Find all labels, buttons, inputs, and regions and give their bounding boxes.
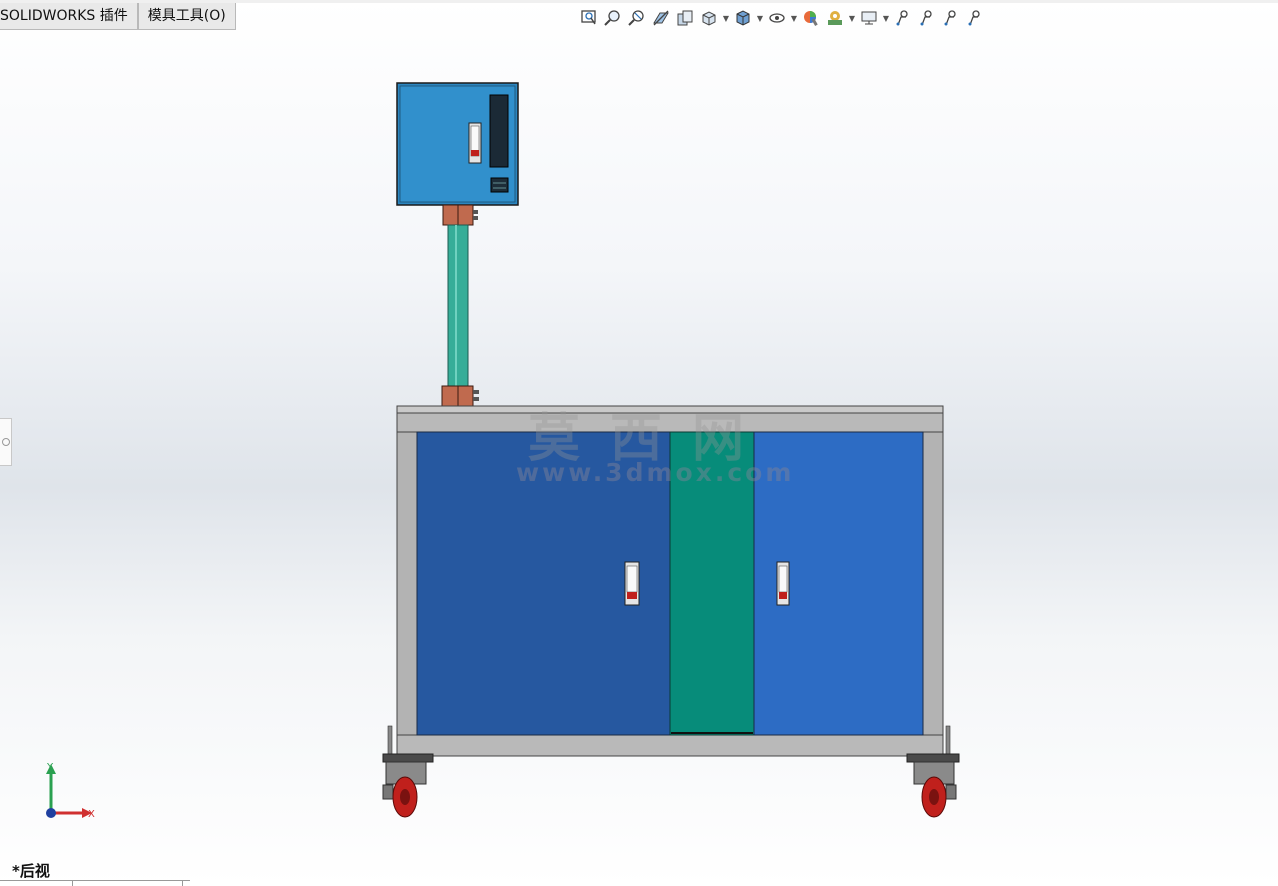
chevron-down-icon[interactable]: ▼ [882, 7, 890, 29]
previous-view-icon[interactable] [626, 7, 648, 29]
heads-up-view-2-icon[interactable] [916, 7, 938, 29]
tab-mold-tools[interactable]: 模具工具(O) [137, 3, 236, 30]
lower-clamp [441, 385, 479, 407]
chevron-down-icon[interactable]: ▼ [848, 7, 856, 29]
section-view-icon[interactable] [650, 7, 672, 29]
triad-y-label: Y [46, 762, 54, 773]
support-pole [447, 224, 469, 387]
chevron-down-icon[interactable]: ▼ [722, 7, 730, 29]
view-orientation-icon[interactable] [698, 7, 720, 29]
display-style-icon[interactable] [732, 7, 754, 29]
hide-show-items-icon[interactable] [766, 7, 788, 29]
chevron-down-icon[interactable]: ▼ [790, 7, 798, 29]
coordinate-triad: Y X [46, 762, 95, 820]
view-settings-icon[interactable] [858, 7, 880, 29]
zoom-to-area-icon[interactable] [602, 7, 624, 29]
bottom-tab-strip [0, 880, 190, 886]
bottom-tab-2[interactable] [72, 881, 183, 886]
apply-scene-icon[interactable] [824, 7, 846, 29]
heads-up-view-1-icon[interactable] [892, 7, 914, 29]
watermark-url: www.3dmox.com [516, 458, 795, 487]
edit-appearance-icon[interactable] [800, 7, 822, 29]
heads-up-view-4-icon[interactable] [964, 7, 986, 29]
graphics-viewport[interactable]: SOLIDWORKS 插件 模具工具(O) ▼ ▼ ▼ ▼ ▼ 莫西网 www.… [0, 0, 1278, 886]
chevron-down-icon[interactable]: ▼ [756, 7, 764, 29]
feature-tree-collapse-handle[interactable] [0, 418, 12, 466]
triad-x-label: X [88, 809, 95, 820]
command-manager-tabs: SOLIDWORKS 插件 模具工具(O) [0, 3, 236, 31]
dynamic-annotation-icon[interactable] [674, 7, 696, 29]
tab-solidworks-addins[interactable]: SOLIDWORKS 插件 [0, 3, 138, 30]
view-orientation-label: *后视 [12, 862, 50, 880]
electrical-box [396, 82, 519, 206]
heads-up-view-3-icon[interactable] [940, 7, 962, 29]
bottom-tab-1[interactable] [0, 881, 73, 886]
upper-clamp [442, 204, 478, 226]
zoom-to-fit-icon[interactable] [578, 7, 600, 29]
handle-dot-icon [2, 438, 10, 446]
heads-up-view-toolbar: ▼ ▼ ▼ ▼ ▼ [578, 7, 986, 29]
